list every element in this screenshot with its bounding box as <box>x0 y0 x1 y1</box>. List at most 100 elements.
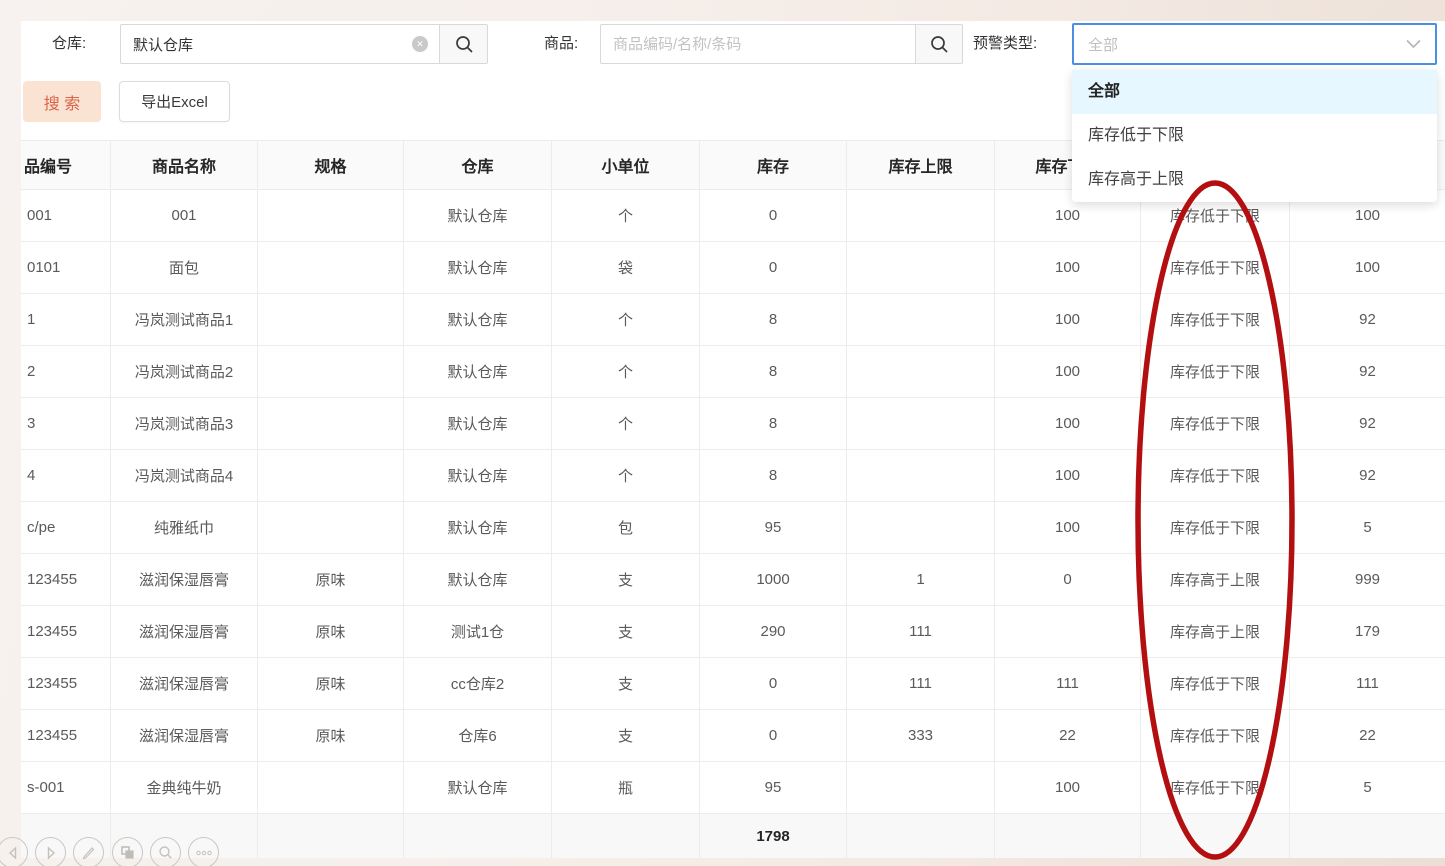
toolbar-windows-button[interactable] <box>112 837 143 866</box>
alert-type-select[interactable]: 全部 <box>1072 23 1437 65</box>
cell-stock: 0 <box>700 710 847 761</box>
cell-stock-max <box>847 398 995 449</box>
cell-warning-type: 库存低于下限 <box>1141 294 1290 345</box>
alert-type-label: 预警类型: <box>973 33 1037 55</box>
export-excel-button[interactable]: 导出Excel <box>119 81 230 122</box>
cell-warehouse: 默认仓库 <box>404 346 552 397</box>
cell-stock-max <box>847 294 995 345</box>
cell-warning-type: 库存低于下限 <box>1141 346 1290 397</box>
cell-stock-min: 22 <box>995 710 1141 761</box>
cell-warehouse: 仓库6 <box>404 710 552 761</box>
cell-product-code: s-001 <box>21 762 111 813</box>
cell-spec <box>258 346 404 397</box>
cell-stock-min <box>995 606 1141 657</box>
cell-spec: 原味 <box>258 606 404 657</box>
table-row: 2 冯岚测试商品2 默认仓库 个 8 100 库存低于下限 92 <box>21 346 1445 398</box>
cell-diff: 111 <box>1290 658 1445 709</box>
cell-warning-type: 库存低于下限 <box>1141 502 1290 553</box>
warehouse-input[interactable] <box>120 24 440 64</box>
cell-diff: 999 <box>1290 554 1445 605</box>
table-row: c/pe 纯雅纸巾 默认仓库 包 95 100 库存低于下限 5 <box>21 502 1445 554</box>
clear-icon[interactable]: ✕ <box>412 36 428 52</box>
play-icon <box>44 846 58 860</box>
cell-unit: 支 <box>552 606 700 657</box>
dropdown-option-below-min[interactable]: 库存低于下限 <box>1072 114 1437 158</box>
cell-warehouse: 默认仓库 <box>404 762 552 813</box>
footer-cell <box>552 814 700 858</box>
footer-total-stock: 1798 <box>700 814 847 858</box>
cell-product-code: 123455 <box>21 606 111 657</box>
cell-warehouse: 默认仓库 <box>404 502 552 553</box>
cell-stock: 8 <box>700 398 847 449</box>
cell-warning-type: 库存低于下限 <box>1141 242 1290 293</box>
toolbar-play-button[interactable] <box>35 837 66 866</box>
cell-stock: 8 <box>700 346 847 397</box>
cell-product-name: 面包 <box>111 242 258 293</box>
cell-unit: 个 <box>552 294 700 345</box>
header-product-code: 品编号 <box>21 141 111 189</box>
cell-stock: 1000 <box>700 554 847 605</box>
cell-product-code: 123455 <box>21 710 111 761</box>
cell-stock: 0 <box>700 190 847 241</box>
cell-product-code: 2 <box>21 346 111 397</box>
cell-product-name: 冯岚测试商品1 <box>111 294 258 345</box>
table-footer-row: 1798 <box>21 814 1445 858</box>
cell-spec <box>258 450 404 501</box>
cell-warehouse: 默认仓库 <box>404 294 552 345</box>
cell-product-code: c/pe <box>21 502 111 553</box>
cell-unit: 支 <box>552 710 700 761</box>
table-row: 123455 滋润保湿唇膏 原味 仓库6 支 0 333 22 库存低于下限 2… <box>21 710 1445 762</box>
inventory-warning-table: 品编号 商品名称 规格 仓库 小单位 库存 库存上限 库存下限 001 001 … <box>21 140 1445 858</box>
alert-type-dropdown: 全部 库存低于下限 库存高于上限 <box>1072 70 1437 202</box>
toolbar-pencil-button[interactable] <box>73 837 104 866</box>
cell-spec <box>258 502 404 553</box>
cell-stock-min: 100 <box>995 242 1141 293</box>
toolbar-ellipsis-button[interactable] <box>188 837 219 866</box>
cell-unit: 瓶 <box>552 762 700 813</box>
footer-cell <box>995 814 1141 858</box>
cell-diff: 5 <box>1290 762 1445 813</box>
footer-cell <box>258 814 404 858</box>
cell-product-code: 4 <box>21 450 111 501</box>
cell-unit: 袋 <box>552 242 700 293</box>
cell-product-name: 滋润保湿唇膏 <box>111 710 258 761</box>
footer-cell <box>1141 814 1290 858</box>
footer-cell <box>404 814 552 858</box>
product-search-button[interactable] <box>915 24 963 64</box>
ellipsis-icon <box>196 850 212 856</box>
cell-stock-min: 100 <box>995 450 1141 501</box>
cell-stock-min: 100 <box>995 762 1141 813</box>
footer-cell <box>847 814 995 858</box>
search-button[interactable]: 搜 索 <box>23 81 101 122</box>
table-row: s-001 金典纯牛奶 默认仓库 瓶 95 100 库存低于下限 5 <box>21 762 1445 814</box>
toolbar-chevron-left-button[interactable] <box>0 837 28 866</box>
cell-diff: 92 <box>1290 294 1445 345</box>
cell-warehouse: 默认仓库 <box>404 242 552 293</box>
dropdown-option-all[interactable]: 全部 <box>1072 70 1437 114</box>
cell-product-name: 金典纯牛奶 <box>111 762 258 813</box>
chevron-left-icon <box>6 846 20 860</box>
cell-warehouse: cc仓库2 <box>404 658 552 709</box>
warehouse-label: 仓库: <box>52 33 86 55</box>
alert-type-value: 全部 <box>1088 34 1406 55</box>
warehouse-search-button[interactable] <box>439 24 488 64</box>
cell-product-code: 123455 <box>21 658 111 709</box>
cell-unit: 支 <box>552 554 700 605</box>
product-input[interactable] <box>600 24 916 64</box>
table-row: 4 冯岚测试商品4 默认仓库 个 8 100 库存低于下限 92 <box>21 450 1445 502</box>
dropdown-option-above-max[interactable]: 库存高于上限 <box>1072 158 1437 202</box>
cell-spec <box>258 762 404 813</box>
cell-product-name: 冯岚测试商品3 <box>111 398 258 449</box>
header-product-name: 商品名称 <box>111 141 258 189</box>
cell-diff: 92 <box>1290 398 1445 449</box>
cell-spec <box>258 242 404 293</box>
cell-warning-type: 库存低于下限 <box>1141 450 1290 501</box>
cell-diff: 92 <box>1290 346 1445 397</box>
cell-product-name: 纯雅纸巾 <box>111 502 258 553</box>
cell-product-name: 冯岚测试商品2 <box>111 346 258 397</box>
cell-unit: 个 <box>552 398 700 449</box>
toolbar-magnifier-button[interactable] <box>150 837 181 866</box>
magnifier-icon <box>158 845 173 860</box>
cell-spec <box>258 398 404 449</box>
cell-diff: 179 <box>1290 606 1445 657</box>
